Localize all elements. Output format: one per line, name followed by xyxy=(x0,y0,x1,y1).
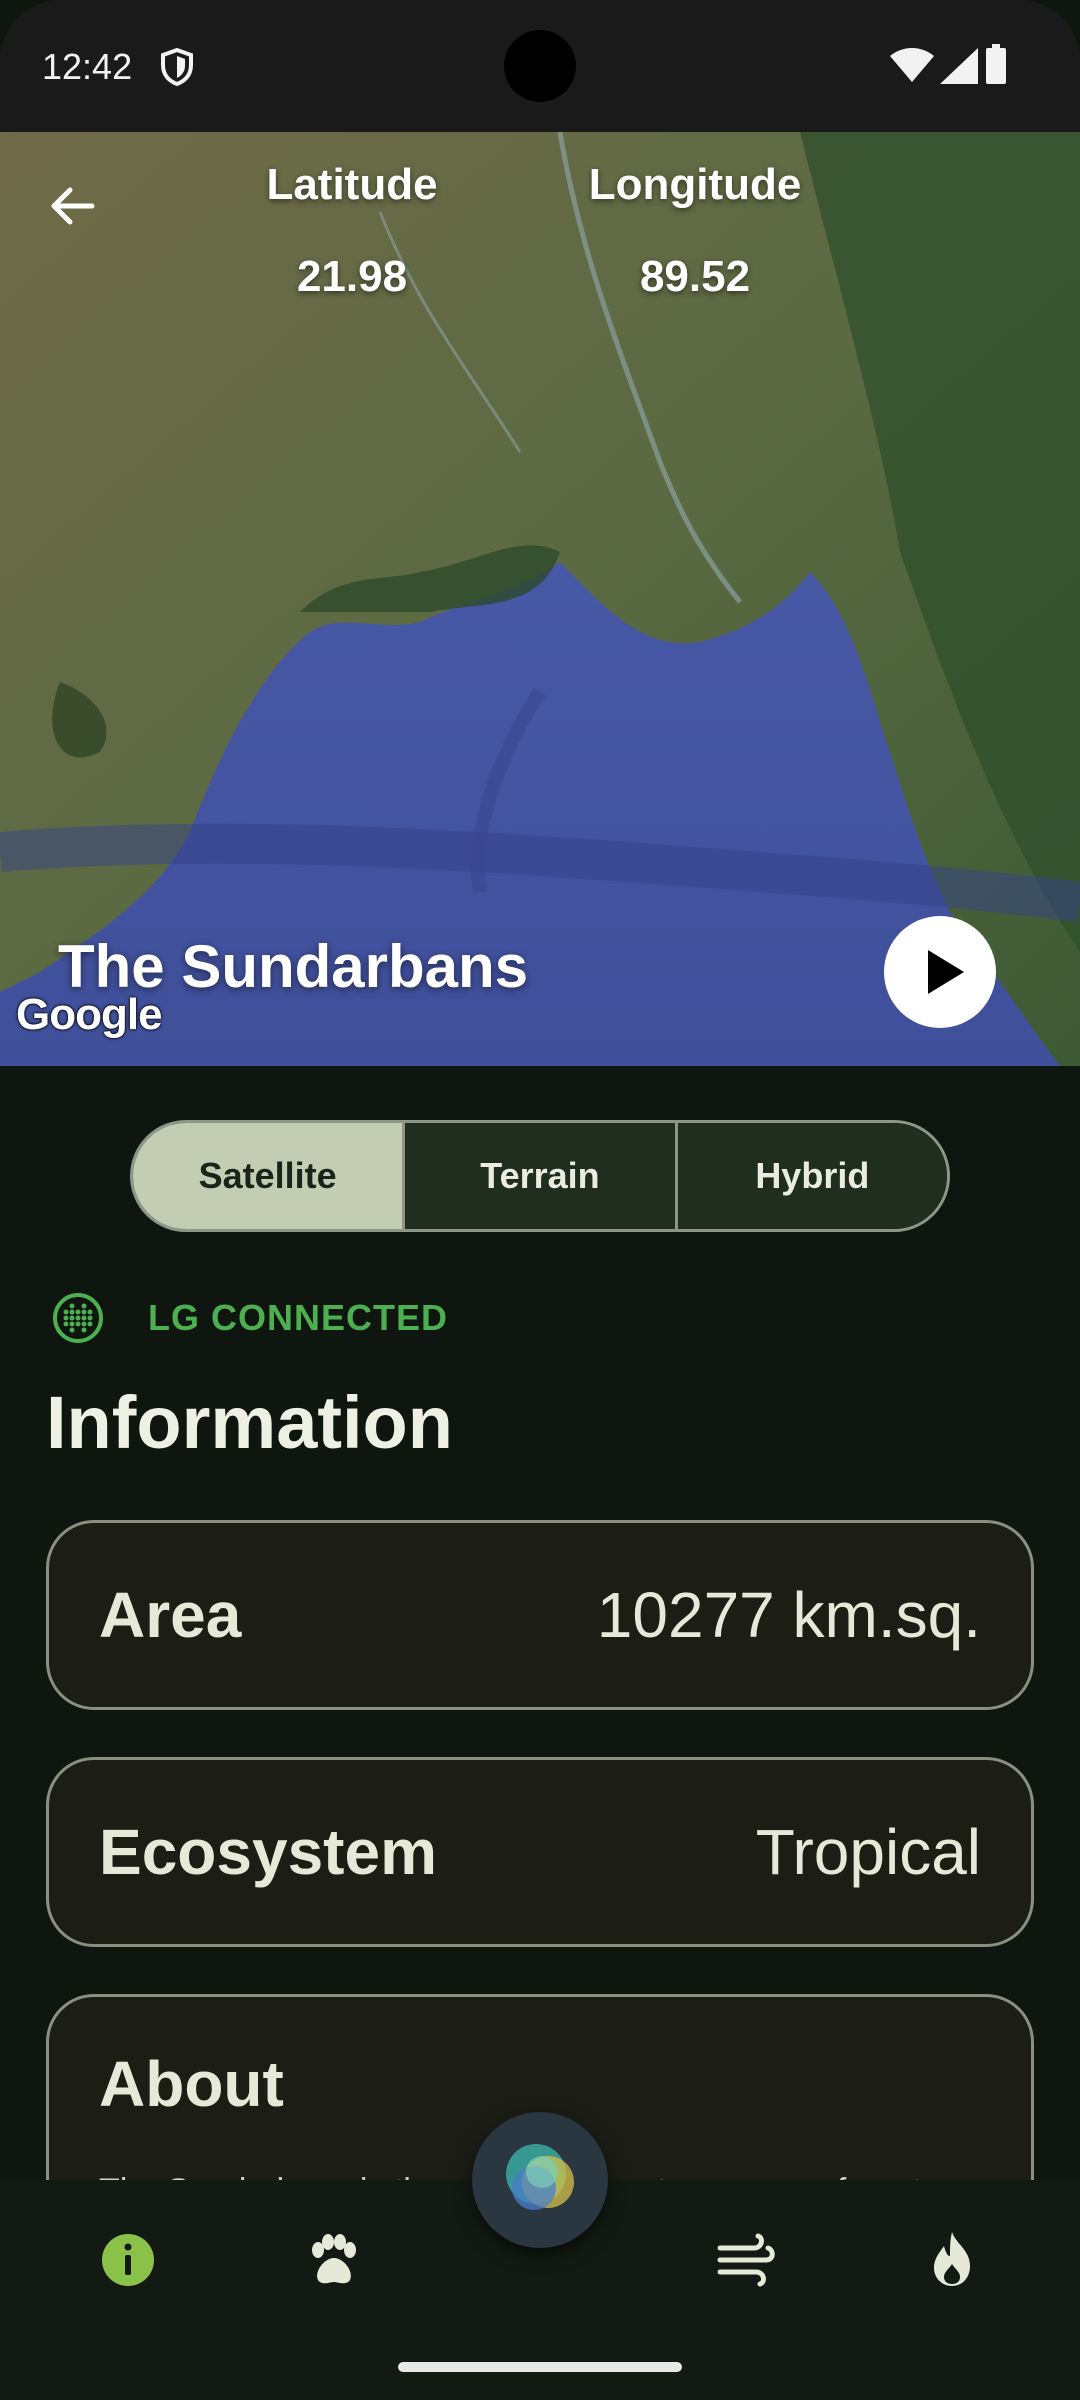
connection-status-text: LG CONNECTED xyxy=(148,1297,448,1338)
assistant-fab[interactable] xyxy=(472,2112,608,2248)
longitude-label: Longitude xyxy=(588,160,802,209)
map-type-selector: Satellite Terrain Hybrid xyxy=(130,1120,950,1232)
assistant-orb-icon xyxy=(506,2144,574,2210)
lg-connection-icon xyxy=(53,1293,103,1343)
status-time: 12:42 xyxy=(42,46,133,87)
battery-icon xyxy=(986,44,1006,84)
play-icon xyxy=(928,950,964,994)
map-type-terrain[interactable]: Terrain xyxy=(402,1123,675,1229)
area-value: 10277 km.sq. xyxy=(596,1579,981,1651)
wifi-icon xyxy=(890,48,934,82)
info-icon[interactable] xyxy=(96,2228,160,2292)
wind-icon[interactable] xyxy=(714,2228,778,2292)
section-title: Information xyxy=(46,1381,453,1464)
ecosystem-label: Ecosystem xyxy=(99,1816,437,1888)
longitude-display: Longitude 89.52 xyxy=(570,160,820,302)
latitude-label: Latitude xyxy=(266,160,438,209)
paw-icon[interactable] xyxy=(300,2228,364,2292)
ecosystem-value: Tropical xyxy=(755,1816,981,1888)
area-label: Area xyxy=(99,1579,242,1651)
connection-status: LG CONNECTED xyxy=(52,1292,448,1344)
signal-icon xyxy=(940,48,978,84)
ecosystem-card: Ecosystem Tropical xyxy=(46,1757,1034,1947)
map-type-satellite[interactable]: Satellite xyxy=(133,1123,403,1229)
fire-icon[interactable] xyxy=(920,2228,984,2292)
camera-cutout xyxy=(504,30,576,102)
home-indicator[interactable] xyxy=(398,2362,682,2372)
latitude-value: 21.98 xyxy=(296,252,408,301)
shield-icon xyxy=(161,48,193,86)
play-tour-button[interactable] xyxy=(884,916,996,1028)
area-card: Area 10277 km.sq. xyxy=(46,1520,1034,1710)
longitude-value: 89.52 xyxy=(639,252,751,301)
status-bar: 12:42 xyxy=(0,0,1080,132)
google-logo: Google xyxy=(16,990,163,1039)
map-type-hybrid[interactable]: Hybrid xyxy=(674,1123,947,1229)
about-title: About xyxy=(99,2048,284,2120)
satellite-map[interactable]: Latitude 21.98 Longitude 89.52 The Sunda… xyxy=(0,132,1080,1066)
latitude-display: Latitude 21.98 xyxy=(250,160,454,302)
back-arrow-icon[interactable] xyxy=(44,178,100,234)
